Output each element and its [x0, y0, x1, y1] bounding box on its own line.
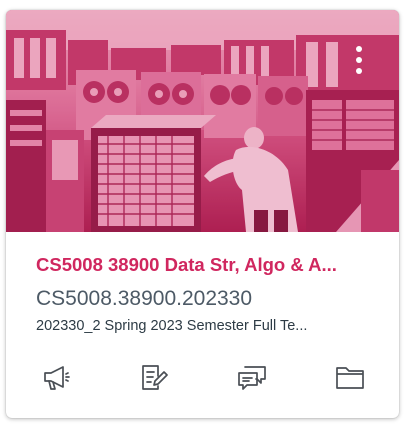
- course-code: CS5008.38900.202330: [36, 287, 253, 310]
- course-card-info: CS5008 38900 Data Str, Algo & A... CS500…: [36, 253, 381, 336]
- course-image-illustration: [6, 10, 399, 232]
- kebab-dot: [356, 68, 362, 74]
- card-options-menu-button[interactable]: [349, 40, 369, 80]
- announcements-button[interactable]: [39, 360, 73, 394]
- course-term: 202330_2 Spring 2023 Semester Full Te...: [36, 318, 308, 334]
- files-button[interactable]: [333, 360, 367, 394]
- course-title-link[interactable]: CS5008 38900 Data Str, Algo & A...: [36, 253, 381, 277]
- assignments-button[interactable]: [136, 360, 170, 394]
- announcements-icon: [44, 366, 70, 390]
- discussions-icon: [238, 366, 266, 390]
- assignments-icon: [142, 365, 168, 390]
- kebab-dot: [356, 57, 362, 63]
- kebab-dot: [356, 46, 362, 52]
- files-icon: [336, 367, 364, 389]
- course-card[interactable]: CS5008 38900 Data Str, Algo & A... CS500…: [6, 10, 399, 418]
- course-card-actions: [6, 360, 399, 394]
- course-card-image[interactable]: [6, 10, 399, 232]
- discussions-button[interactable]: [235, 360, 269, 394]
